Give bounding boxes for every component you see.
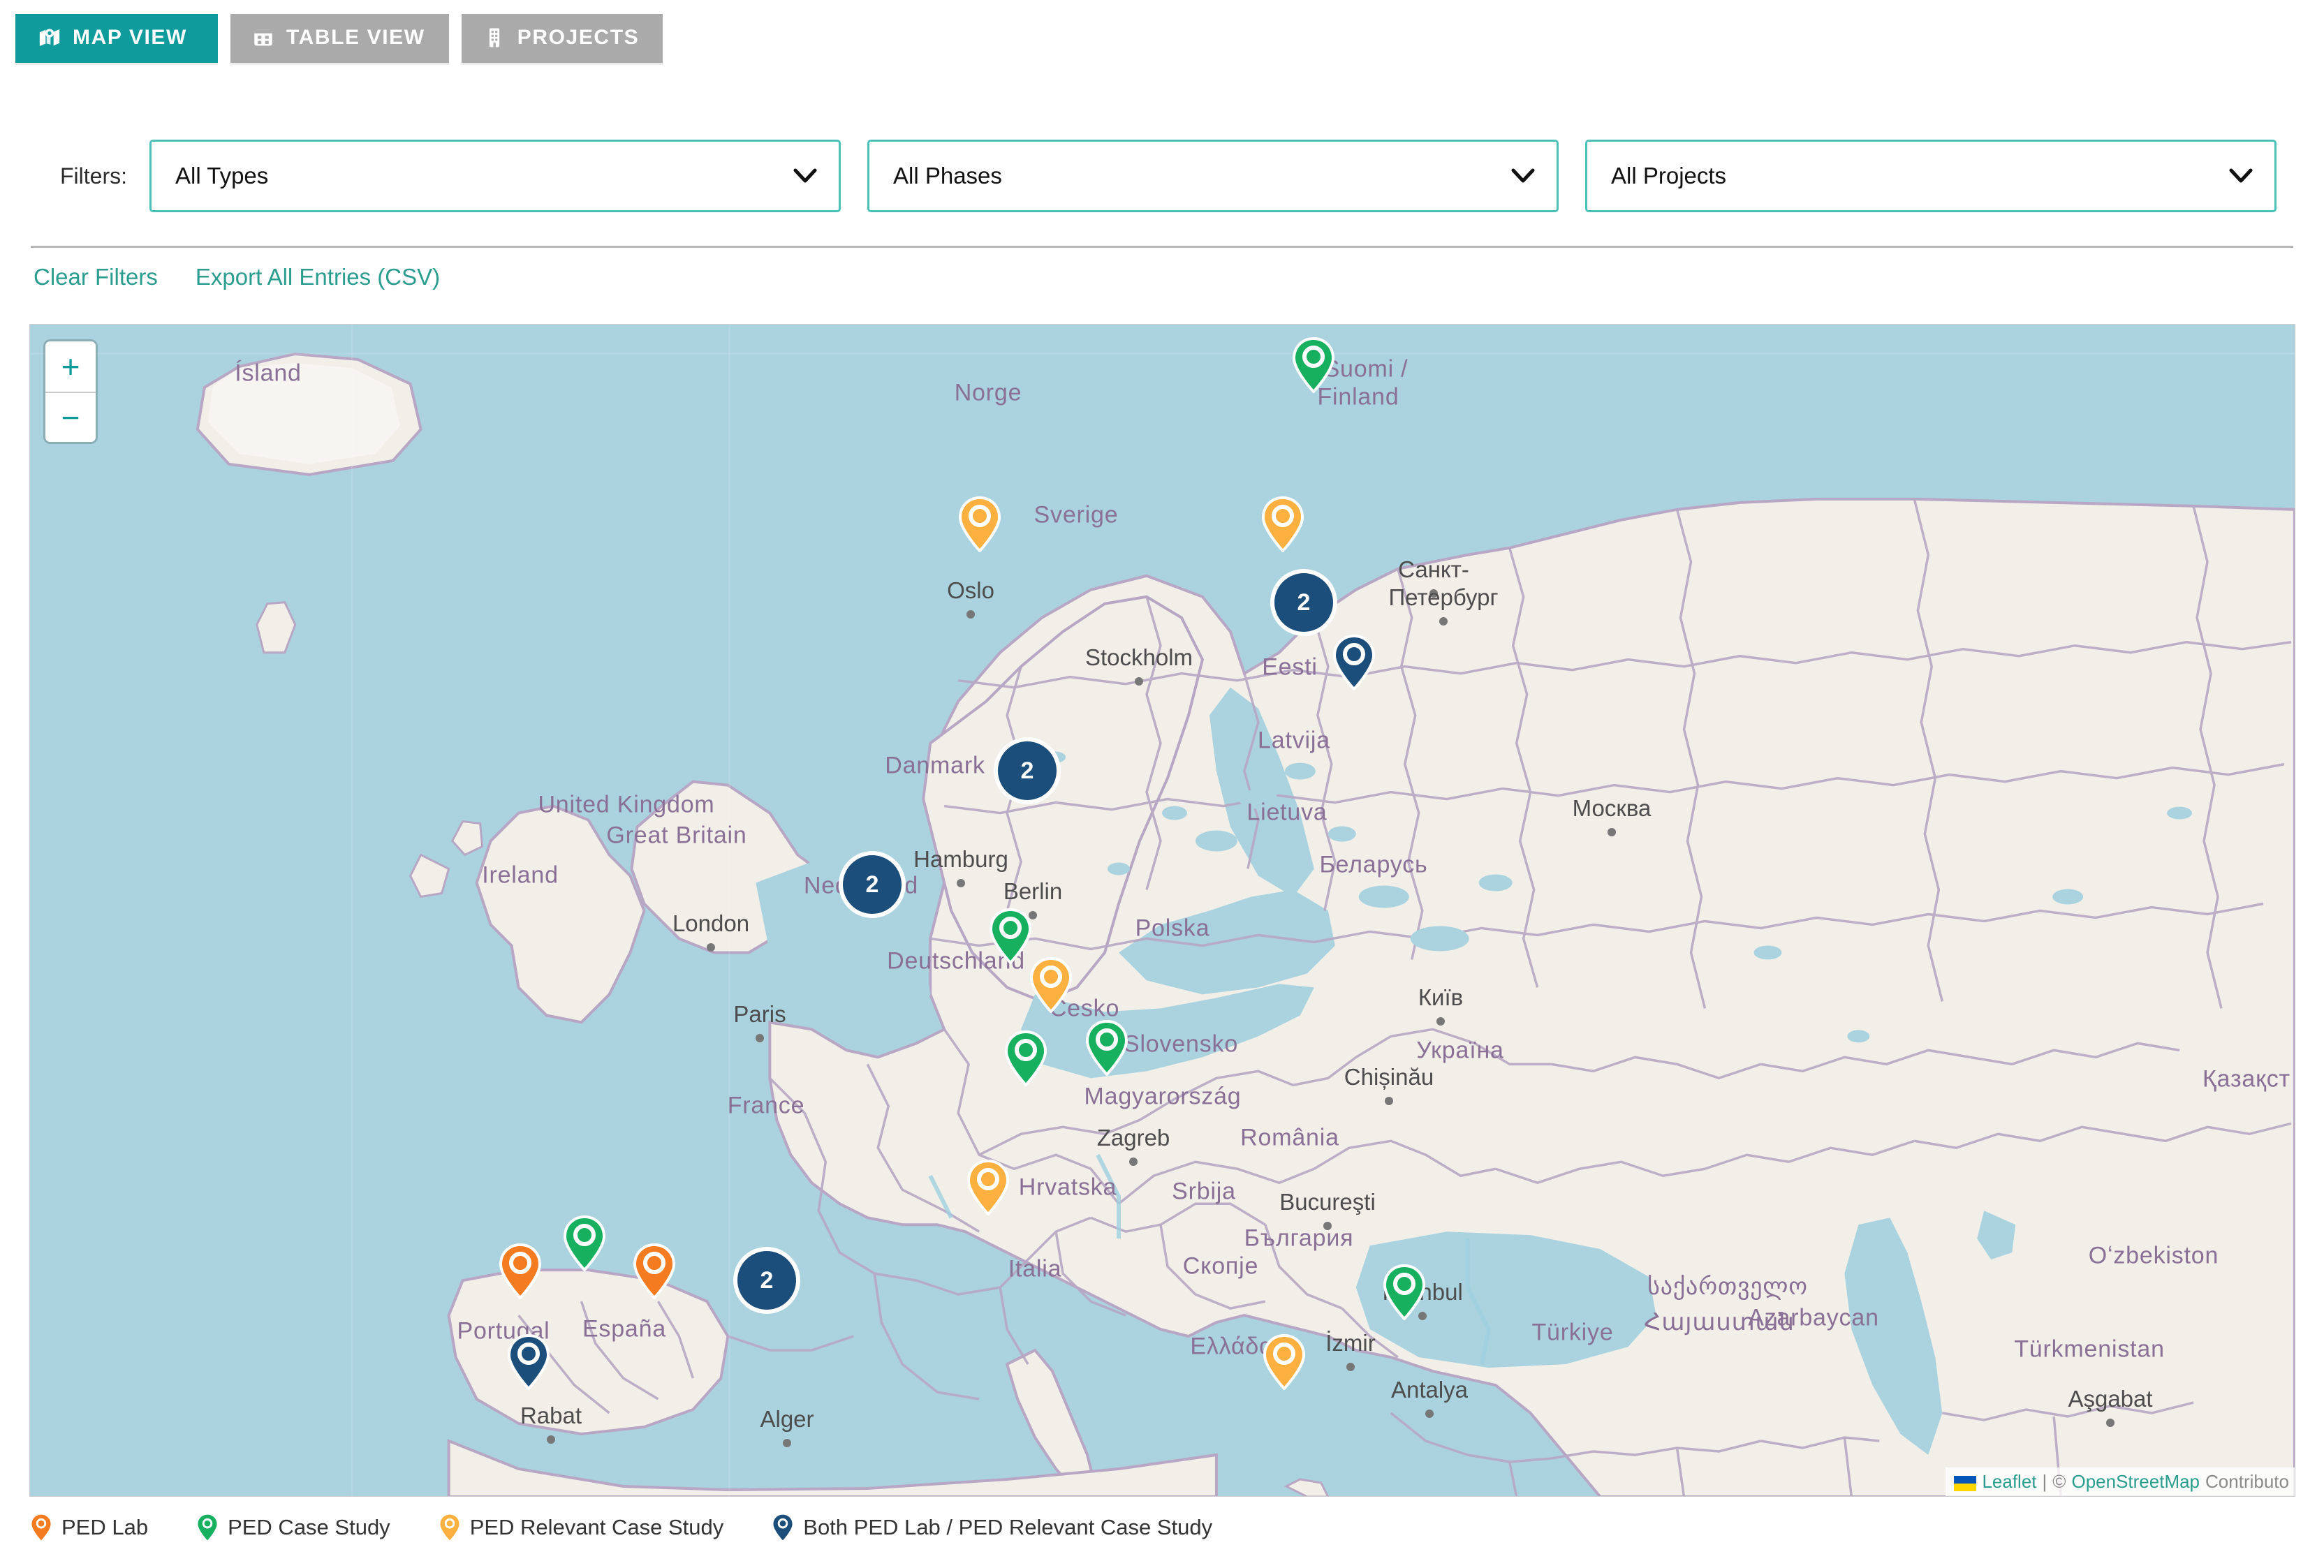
- ukraine-flag-icon: [1954, 1474, 1976, 1490]
- tab-projects[interactable]: PROJECTS: [462, 14, 663, 63]
- leaflet-link[interactable]: Leaflet: [1982, 1471, 2036, 1493]
- map-cluster-marker[interactable]: 2: [839, 851, 906, 918]
- legend-item-ped-case-study: PED Case Study: [197, 1514, 390, 1541]
- export-csv-link[interactable]: Export All Entries (CSV): [196, 264, 440, 290]
- map-marker-both[interactable]: [1332, 635, 1376, 690]
- map-container[interactable]: ÍslandNorgeSverigeSuomi /FinlandEestiLat…: [29, 324, 2295, 1497]
- legend-label: Both PED Lab / PED Relevant Case Study: [803, 1515, 1212, 1540]
- filter-phases-wrapper: All Phases: [867, 140, 1559, 212]
- map-marker-ped-relevant[interactable]: [1029, 957, 1073, 1013]
- map-marker-ped-relevant[interactable]: [966, 1160, 1010, 1215]
- section-divider: [31, 246, 2293, 248]
- filter-types-select[interactable]: All Types: [149, 140, 841, 212]
- map-city-dot: [1608, 828, 1616, 836]
- map-city-dot: [1439, 617, 1448, 626]
- legend-item-ped-relevant-case-study: PED Relevant Case Study: [439, 1514, 724, 1541]
- map-canvas[interactable]: ÍslandNorgeSverigeSuomi /FinlandEestiLat…: [30, 325, 2295, 1496]
- map-marker-ped-case-study[interactable]: [1004, 1030, 1047, 1086]
- map-city-dot: [547, 1435, 555, 1444]
- legend-label: PED Lab: [61, 1515, 148, 1540]
- map-city-dot: [1429, 589, 1438, 598]
- map-marker-both[interactable]: [507, 1334, 550, 1390]
- map-pin-icon: [31, 1514, 52, 1541]
- map-marker-ped-case-study[interactable]: [1292, 337, 1335, 393]
- map-city-dot: [1323, 1222, 1332, 1230]
- map-cluster-marker[interactable]: 2: [733, 1247, 800, 1314]
- map-pin-icon: [197, 1514, 218, 1541]
- legend-label: PED Case Study: [228, 1515, 390, 1540]
- tab-table-view[interactable]: TABLE VIEW: [230, 14, 449, 63]
- map-city-dot: [707, 943, 715, 952]
- map-marker-ped-case-study[interactable]: [1383, 1264, 1426, 1320]
- table-icon: [251, 26, 275, 50]
- legend-item-ped-lab: PED Lab: [31, 1514, 148, 1541]
- filter-projects-select[interactable]: All Projects: [1585, 140, 2277, 212]
- map-city-dot: [2106, 1419, 2115, 1427]
- map-marker-ped-case-study[interactable]: [1085, 1020, 1128, 1076]
- filters-label: Filters:: [60, 163, 127, 189]
- legend-item-both-ped-lab-relevant: Both PED Lab / PED Relevant Case Study: [772, 1514, 1212, 1541]
- map-zoom-control: + −: [45, 341, 96, 442]
- filter-types-value: All Types: [175, 163, 268, 189]
- tile-seam: [351, 325, 353, 1497]
- map-marker-ped-case-study[interactable]: [989, 908, 1032, 964]
- map-marker-ped-lab[interactable]: [633, 1243, 676, 1299]
- legend-label: PED Relevant Case Study: [470, 1515, 724, 1540]
- filter-projects-wrapper: All Projects: [1585, 140, 2277, 212]
- zoom-out-button[interactable]: −: [45, 392, 96, 442]
- copyright-symbol: ©: [2052, 1471, 2066, 1493]
- filter-phases-value: All Phases: [893, 163, 1002, 189]
- map-city-dot: [966, 610, 975, 619]
- attribution-separator: |: [2043, 1471, 2047, 1493]
- tab-label: TABLE VIEW: [286, 27, 425, 48]
- contributors-text: Contributo: [2205, 1471, 2289, 1493]
- map-marker-ped-relevant[interactable]: [1263, 1334, 1306, 1390]
- zoom-in-button[interactable]: +: [45, 341, 96, 392]
- tab-label: PROJECTS: [517, 27, 640, 48]
- map-marker-ped-case-study[interactable]: [563, 1215, 606, 1271]
- map-city-dot: [957, 879, 965, 887]
- filter-types-wrapper: All Types: [149, 140, 841, 212]
- filter-projects-value: All Projects: [1611, 163, 1726, 189]
- map-pin-icon: [772, 1514, 793, 1541]
- map-city-dot: [1129, 1157, 1138, 1166]
- map-pin-icon: [439, 1514, 460, 1541]
- map-city-dot: [1425, 1410, 1434, 1418]
- tile-seam: [30, 353, 2295, 355]
- map-basemap: [30, 325, 2295, 1497]
- map-city-dot: [1436, 1017, 1445, 1026]
- map-marker-ped-relevant[interactable]: [958, 496, 1001, 552]
- map-city-dot: [1135, 677, 1143, 686]
- view-tabs: MAP VIEW TABLE VIEW: [15, 14, 663, 63]
- map-attribution: Leaflet | © OpenStreetMap Contributo: [1946, 1467, 2295, 1496]
- map-city-dot: [1346, 1363, 1355, 1371]
- map-cluster-marker[interactable]: 2: [1270, 569, 1337, 636]
- map-city-dot: [1385, 1097, 1393, 1105]
- map-marker-ped-lab[interactable]: [499, 1243, 542, 1299]
- building-icon: [483, 26, 506, 50]
- map-legend: PED Lab PED Case Study PED Relevant Case S…: [31, 1514, 1261, 1541]
- openstreetmap-link[interactable]: OpenStreetMap: [2071, 1471, 2200, 1493]
- clear-filters-link[interactable]: Clear Filters: [34, 264, 158, 290]
- tab-label: MAP VIEW: [73, 27, 187, 48]
- map-cluster-marker[interactable]: 2: [994, 737, 1061, 804]
- filter-phases-select[interactable]: All Phases: [867, 140, 1559, 212]
- tile-seam: [728, 325, 730, 1497]
- filter-bar: Filters: All Types All Phases All Projec…: [0, 140, 2324, 212]
- tab-map-view[interactable]: MAP VIEW: [15, 14, 218, 63]
- action-links: Clear Filters Export All Entries (CSV): [34, 264, 440, 290]
- map-city-dot: [756, 1034, 764, 1042]
- map-icon: [38, 26, 61, 50]
- map-city-dot: [783, 1439, 791, 1447]
- map-marker-ped-relevant[interactable]: [1261, 496, 1304, 552]
